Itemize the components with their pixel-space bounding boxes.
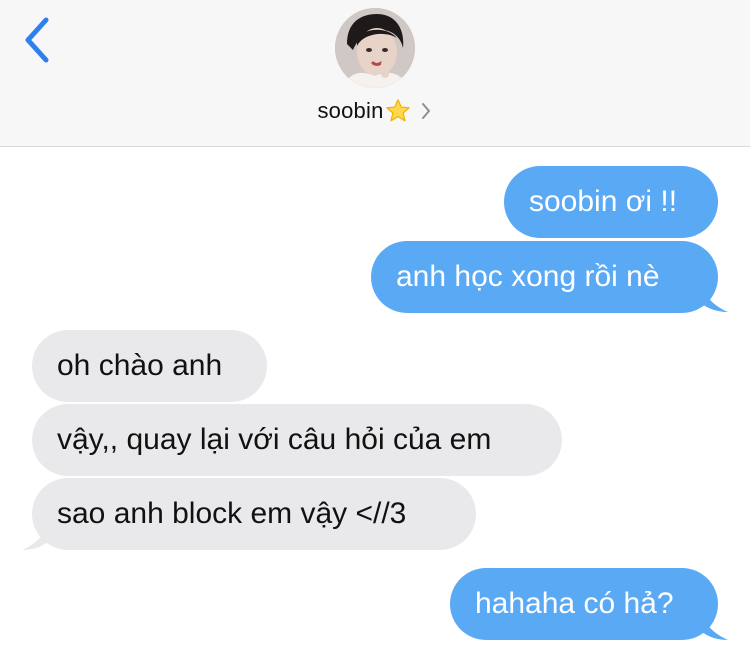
- message-bubble-sent[interactable]: hahaha có hả?: [450, 568, 718, 640]
- contact-name: soobin: [317, 98, 384, 123]
- message-bubble-sent[interactable]: anh học xong rồi nè: [371, 241, 718, 313]
- back-button[interactable]: [18, 14, 58, 66]
- message-text: oh chào anh: [57, 349, 223, 382]
- bubble-tail: [700, 610, 728, 640]
- bubble-tail: [22, 520, 50, 550]
- message-bubble-received[interactable]: vậy,, quay lại với câu hỏi của em: [32, 404, 562, 476]
- avatar-image: [335, 8, 415, 88]
- chevron-left-icon: [25, 17, 49, 63]
- message-bubble-received[interactable]: sao anh block em vậy <//3: [32, 478, 476, 550]
- bubble-tail: [700, 282, 728, 312]
- chevron-right-icon: [421, 103, 430, 119]
- message-text: vậy,, quay lại với câu hỏi của em: [57, 423, 492, 456]
- conversation-header: soobin: [0, 0, 750, 147]
- message-list: soobin ơi !! anh học xong rồi nè oh chào…: [0, 147, 750, 669]
- message-text: anh học xong rồi nè: [396, 260, 660, 293]
- message-text: hahaha có hả?: [475, 587, 674, 620]
- message-bubble-sent[interactable]: soobin ơi !!: [504, 166, 718, 238]
- star-emoji-icon: [385, 99, 410, 122]
- message-text: soobin ơi !!: [529, 185, 678, 218]
- avatar[interactable]: [335, 8, 415, 88]
- message-text: sao anh block em vậy <//3: [57, 497, 407, 530]
- message-bubble-received[interactable]: oh chào anh: [32, 330, 267, 402]
- contact-title[interactable]: soobin: [0, 94, 750, 128]
